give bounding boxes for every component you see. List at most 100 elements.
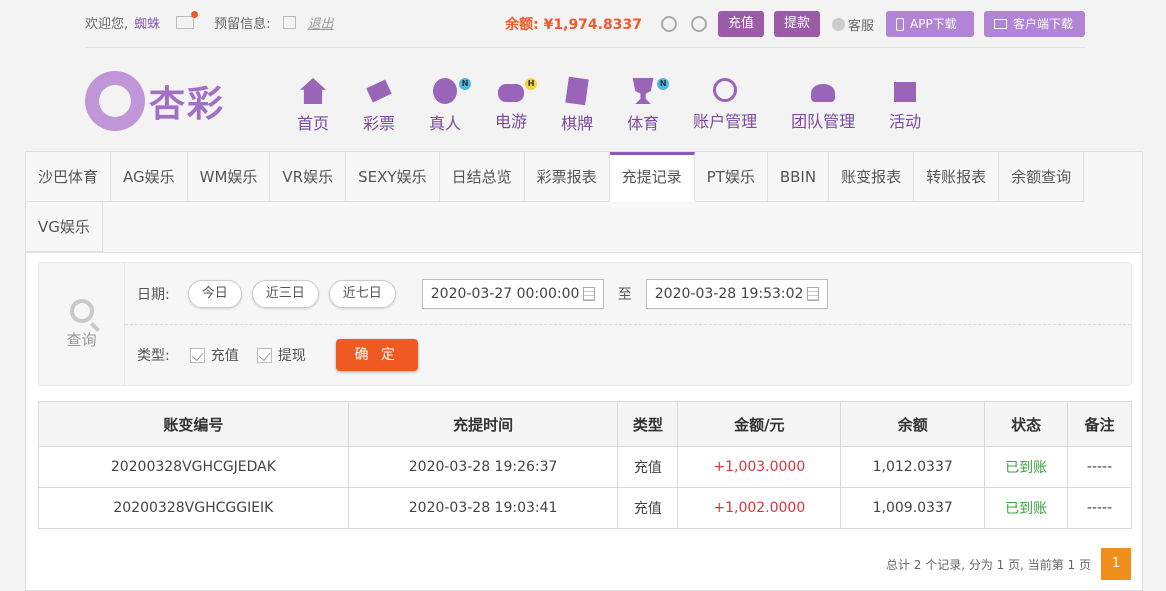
nav-label: 棋牌 bbox=[561, 114, 594, 133]
tab-wm[interactable]: WM娱乐 bbox=[187, 152, 271, 202]
tab-transfer-report[interactable]: 转账报表 bbox=[914, 152, 1000, 202]
client-download-button[interactable]: 客户端下载 bbox=[984, 11, 1085, 37]
tab-vg[interactable]: VG娱乐 bbox=[26, 202, 103, 252]
balance-after: 1,009.0337 bbox=[840, 487, 986, 529]
refresh-icon[interactable] bbox=[660, 16, 677, 32]
checkbox-box[interactable] bbox=[189, 347, 205, 363]
tab-lottery-report[interactable]: 彩票报表 bbox=[524, 152, 610, 202]
nav-item-sports[interactable]: N 体育 bbox=[627, 66, 670, 134]
nav-item-live[interactable]: N 真人 bbox=[429, 66, 472, 134]
withdraw-button[interactable]: 提款 bbox=[773, 11, 820, 37]
column-header: 状态 bbox=[984, 401, 1069, 447]
top-bar: 欢迎您, 蜘蛛 预留信息: 退出 余额: ¥1,974.8337 充值 提款 客… bbox=[85, 0, 1085, 48]
nav-item-lottery[interactable]: 彩票 bbox=[363, 66, 395, 134]
hide-balance-icon[interactable] bbox=[690, 16, 707, 32]
user-info: 欢迎您, 蜘蛛 预留信息: 退出 bbox=[85, 11, 334, 32]
ticket-icon bbox=[362, 74, 397, 109]
seven-days-button[interactable]: 近七日 bbox=[328, 280, 396, 308]
app-download-button[interactable]: APP下载 bbox=[886, 11, 974, 37]
to-label: 至 bbox=[617, 287, 632, 303]
nav-label: 真人 bbox=[429, 114, 462, 133]
customer-service-link[interactable]: 客服 bbox=[831, 15, 874, 34]
nav-item-slots[interactable]: H 电游 bbox=[495, 66, 538, 134]
tab-balance-query[interactable]: 余额查询 bbox=[999, 152, 1085, 202]
tab-daily-overview[interactable]: 日结总览 bbox=[439, 152, 525, 202]
service-icon bbox=[831, 17, 845, 31]
nav-item-promotions[interactable]: 活动 bbox=[889, 66, 921, 134]
today-button[interactable]: 今日 bbox=[187, 280, 242, 308]
tab-pt[interactable]: PT娱乐 bbox=[694, 152, 768, 202]
edit-icon[interactable] bbox=[282, 16, 296, 29]
coin-icon bbox=[713, 78, 738, 102]
tab-account-change[interactable]: 账变报表 bbox=[829, 152, 915, 202]
search-icon bbox=[69, 298, 94, 323]
recharge-checkbox[interactable]: 充值 bbox=[189, 345, 239, 365]
transaction-id: 20200328VGHCGGIEIK bbox=[38, 487, 349, 529]
live-icon bbox=[433, 78, 458, 104]
recharge-button[interactable]: 充值 bbox=[717, 11, 764, 37]
pagination: 总计 2 个记录, 分为 1 页, 当前第 1 页 1 bbox=[886, 548, 1131, 580]
nav-label: 团队管理 bbox=[791, 112, 856, 131]
checkbox-label: 提现 bbox=[277, 348, 306, 364]
type-label: 类型: bbox=[137, 348, 170, 364]
welcome-text: 欢迎您, bbox=[85, 17, 129, 32]
nav-item-team[interactable]: 团队管理 bbox=[791, 66, 855, 134]
calendar-icon[interactable] bbox=[582, 287, 595, 301]
nav-badge: N bbox=[459, 78, 472, 90]
nav-label: 电游 bbox=[495, 112, 528, 131]
main-nav: 首页 彩票 N 真人 H 电游 棋牌 N 体育 账户管理 团队管理 活动 bbox=[297, 66, 955, 134]
date-to-input[interactable]: 2020-03-28 19:53:02 bbox=[645, 279, 828, 309]
nav-item-home[interactable]: 首页 bbox=[297, 66, 329, 134]
tab-ag[interactable]: AG娱乐 bbox=[111, 152, 188, 202]
confirm-button[interactable]: 确 定 bbox=[335, 339, 418, 371]
subtabs: 沙巴体育 AG娱乐 WM娱乐 VR娱乐 SEXY娱乐 日结总览 彩票报表 充提记… bbox=[26, 152, 1142, 253]
column-header: 余额 bbox=[840, 401, 986, 447]
reserved-info-label: 预留信息: bbox=[214, 17, 271, 32]
withdraw-checkbox[interactable]: 提现 bbox=[256, 345, 306, 365]
nav-label: 活动 bbox=[889, 112, 922, 131]
transaction-amount: +1,002.0000 bbox=[677, 487, 842, 529]
phone-icon bbox=[896, 17, 904, 31]
checkbox-label: 充值 bbox=[210, 348, 239, 364]
filter-box: 查询 日期: 今日 近三日 近七日 2020-03-27 00:00:00 至 … bbox=[38, 262, 1132, 386]
tab-saba-sports[interactable]: 沙巴体育 bbox=[26, 152, 112, 202]
table-row: 20200328VGHCGJEDAK 2020-03-28 19:26:37 充… bbox=[38, 446, 1132, 488]
nav-item-account[interactable]: 账户管理 bbox=[693, 66, 757, 134]
filter-divider bbox=[125, 324, 1131, 325]
checkbox-box[interactable] bbox=[256, 347, 272, 363]
balance-display: 余额: ¥1,974.8337 bbox=[505, 14, 642, 34]
mail-icon[interactable] bbox=[176, 11, 199, 29]
nav-label: 体育 bbox=[627, 114, 660, 133]
page-button[interactable]: 1 bbox=[1101, 548, 1131, 580]
three-days-button[interactable]: 近三日 bbox=[251, 280, 319, 308]
trophy-icon bbox=[632, 78, 654, 104]
house-icon bbox=[300, 78, 326, 104]
nav-badge: N bbox=[657, 78, 670, 90]
date-filter-row: 日期: 今日 近三日 近七日 2020-03-27 00:00:00 至 202… bbox=[137, 279, 828, 309]
query-label: 查询 bbox=[66, 330, 97, 349]
monitor-icon bbox=[994, 19, 1007, 29]
transaction-status: 已到账 bbox=[984, 487, 1069, 529]
site-logo[interactable]: 杏彩 bbox=[85, 71, 225, 131]
nav-label: 首页 bbox=[297, 114, 330, 133]
username[interactable]: 蜘蛛 bbox=[134, 13, 160, 32]
team-icon bbox=[811, 84, 836, 102]
logo-text: 杏彩 bbox=[149, 84, 226, 125]
report-panel: 沙巴体育 AG娱乐 WM娱乐 VR娱乐 SEXY娱乐 日结总览 彩票报表 充提记… bbox=[25, 151, 1143, 591]
nav-label: 账户管理 bbox=[693, 112, 758, 131]
calendar-icon[interactable] bbox=[806, 287, 819, 301]
nav-item-chess[interactable]: 棋牌 bbox=[561, 66, 593, 134]
tab-sexy[interactable]: SEXY娱乐 bbox=[346, 152, 440, 202]
tab-vr[interactable]: VR娱乐 bbox=[270, 152, 347, 202]
transaction-type: 充值 bbox=[617, 487, 679, 529]
transaction-remark: ----- bbox=[1067, 487, 1132, 529]
logo-mark-icon bbox=[85, 71, 145, 131]
table-header-row: 账变编号 充提时间 类型 金额/元 余额 状态 备注 bbox=[38, 401, 1132, 447]
nav-label: 彩票 bbox=[363, 114, 396, 133]
tab-bbin[interactable]: BBIN bbox=[767, 152, 830, 202]
date-from-input[interactable]: 2020-03-27 00:00:00 bbox=[421, 279, 604, 309]
tab-deposit-withdraw-records[interactable]: 充提记录 bbox=[609, 152, 695, 202]
logout-link[interactable]: 退出 bbox=[308, 13, 334, 32]
balance-after: 1,012.0337 bbox=[840, 446, 986, 488]
column-header: 充提时间 bbox=[347, 401, 619, 447]
